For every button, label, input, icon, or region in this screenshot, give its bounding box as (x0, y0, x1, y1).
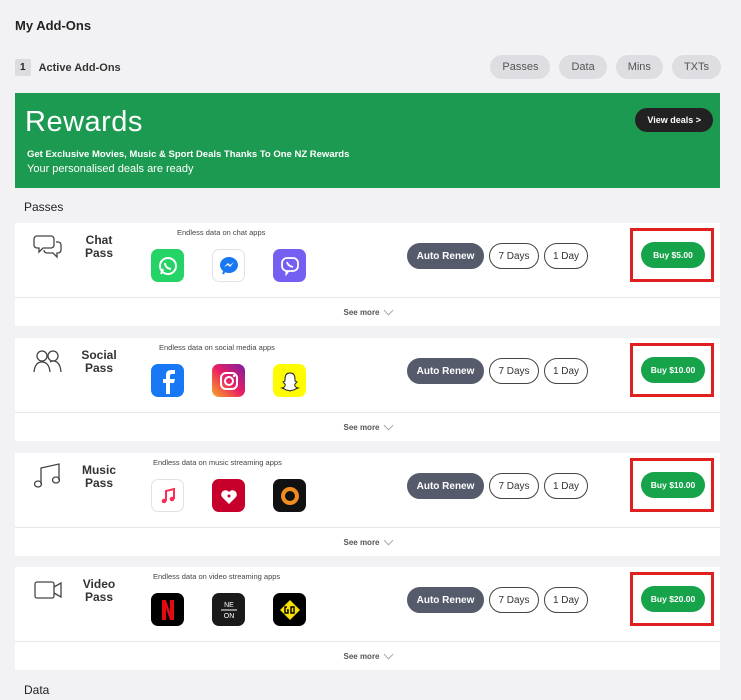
seven-days-option[interactable]: 7 Days (489, 587, 539, 613)
pass-card-chat: Chat Pass Endless data on chat apps Auto … (15, 223, 720, 326)
auto-renew-option[interactable]: Auto Renew (407, 587, 484, 613)
one-day-option[interactable]: 1 Day (544, 243, 588, 269)
people-icon (33, 348, 63, 374)
app-row: NE ON (151, 593, 306, 626)
buy-button[interactable]: Buy $20.00 (641, 586, 705, 612)
pass-name: Chat Pass (84, 233, 114, 260)
instagram-icon (212, 364, 245, 397)
buy-button[interactable]: Buy $10.00 (641, 357, 705, 383)
buy-button[interactable]: Buy $10.00 (641, 472, 705, 498)
filter-pills: Passes Data Mins TXTs (490, 55, 721, 79)
messenger-icon (212, 249, 245, 282)
app-row (151, 249, 306, 282)
chat-bubbles-icon (33, 233, 63, 259)
netflix-icon (151, 593, 184, 626)
chevron-down-icon (383, 305, 393, 315)
rewards-subtitle: Get Exclusive Movies, Music & Sport Deal… (27, 149, 350, 160)
buy-button[interactable]: Buy $5.00 (641, 242, 705, 268)
pass-card-social: Social Pass Endless data on social media … (15, 338, 720, 441)
pass-card-video: Video Pass Endless data on video streamin… (15, 567, 720, 670)
snapchat-icon (273, 364, 306, 397)
filter-passes[interactable]: Passes (490, 55, 551, 79)
auto-renew-option[interactable]: Auto Renew (407, 358, 484, 384)
see-more-link[interactable]: See more (15, 413, 720, 441)
viber-icon (273, 249, 306, 282)
buy-highlight-box: Buy $5.00 (630, 228, 714, 282)
one-day-option[interactable]: 1 Day (544, 473, 588, 499)
chevron-down-icon (383, 649, 393, 659)
whatsapp-icon (151, 249, 184, 282)
pass-name: Video Pass (82, 577, 116, 604)
app-row (151, 479, 306, 512)
filter-data[interactable]: Data (559, 55, 607, 79)
buy-highlight-box: Buy $10.00 (630, 458, 714, 512)
go-icon (273, 593, 306, 626)
seven-days-option[interactable]: 7 Days (489, 358, 539, 384)
see-more-label: See more (343, 537, 380, 547)
duration-options: Auto Renew 7 Days 1 Day (407, 587, 588, 613)
pass-name: Social Pass (81, 348, 117, 375)
iheartradio-icon (212, 479, 245, 512)
duration-options: Auto Renew 7 Days 1 Day (407, 473, 588, 499)
duration-options: Auto Renew 7 Days 1 Day (407, 243, 588, 269)
svg-text:NE: NE (224, 602, 234, 609)
pass-card-music: Music Pass Endless data on music streamin… (15, 453, 720, 556)
video-camera-icon (33, 577, 63, 603)
filter-txts[interactable]: TXTs (671, 55, 721, 79)
one-day-option[interactable]: 1 Day (544, 587, 588, 613)
auto-renew-option[interactable]: Auto Renew (407, 243, 484, 269)
view-deals-button[interactable]: View deals > (635, 108, 713, 132)
active-addons-label: Active Add-Ons (38, 61, 121, 74)
see-more-link[interactable]: See more (15, 528, 720, 556)
pass-description: Endless data on chat apps (177, 228, 266, 237)
see-more-link[interactable]: See more (15, 298, 720, 326)
see-more-link[interactable]: See more (15, 642, 720, 670)
rewards-subtitle-2: Your personalised deals are ready (27, 163, 194, 175)
pass-name: Music Pass (81, 463, 116, 490)
chevron-down-icon (383, 535, 393, 545)
filter-mins[interactable]: Mins (615, 55, 663, 79)
see-more-label: See more (343, 307, 380, 317)
buy-highlight-box: Buy $10.00 (630, 343, 714, 397)
apple-music-icon (151, 479, 184, 512)
buy-highlight-box: Buy $20.00 (630, 572, 714, 626)
section-label-data: Data (24, 683, 50, 697)
active-addons-row: 1 Active Add-Ons (15, 59, 121, 76)
seven-days-option[interactable]: 7 Days (489, 473, 539, 499)
see-more-label: See more (343, 651, 380, 661)
facebook-icon (151, 364, 184, 397)
page-title: My Add-Ons (15, 18, 92, 33)
active-count-badge: 1 (15, 59, 31, 76)
orange-circle-icon (273, 479, 306, 512)
svg-text:ON: ON (223, 613, 234, 620)
app-row (151, 364, 306, 397)
seven-days-option[interactable]: 7 Days (489, 243, 539, 269)
section-label-passes: Passes (24, 200, 64, 214)
duration-options: Auto Renew 7 Days 1 Day (407, 358, 588, 384)
pass-description: Endless data on video streaming apps (153, 572, 281, 581)
one-day-option[interactable]: 1 Day (544, 358, 588, 384)
pass-description: Endless data on music streaming apps (153, 458, 282, 467)
neon-icon: NE ON (212, 593, 245, 626)
rewards-title: Rewards (25, 106, 143, 138)
see-more-label: See more (343, 422, 380, 432)
music-note-icon (33, 463, 63, 489)
chevron-down-icon (383, 420, 393, 430)
rewards-banner: Rewards Get Exclusive Movies, Music & Sp… (15, 93, 720, 188)
auto-renew-option[interactable]: Auto Renew (407, 473, 484, 499)
pass-description: Endless data on social media apps (159, 343, 275, 352)
